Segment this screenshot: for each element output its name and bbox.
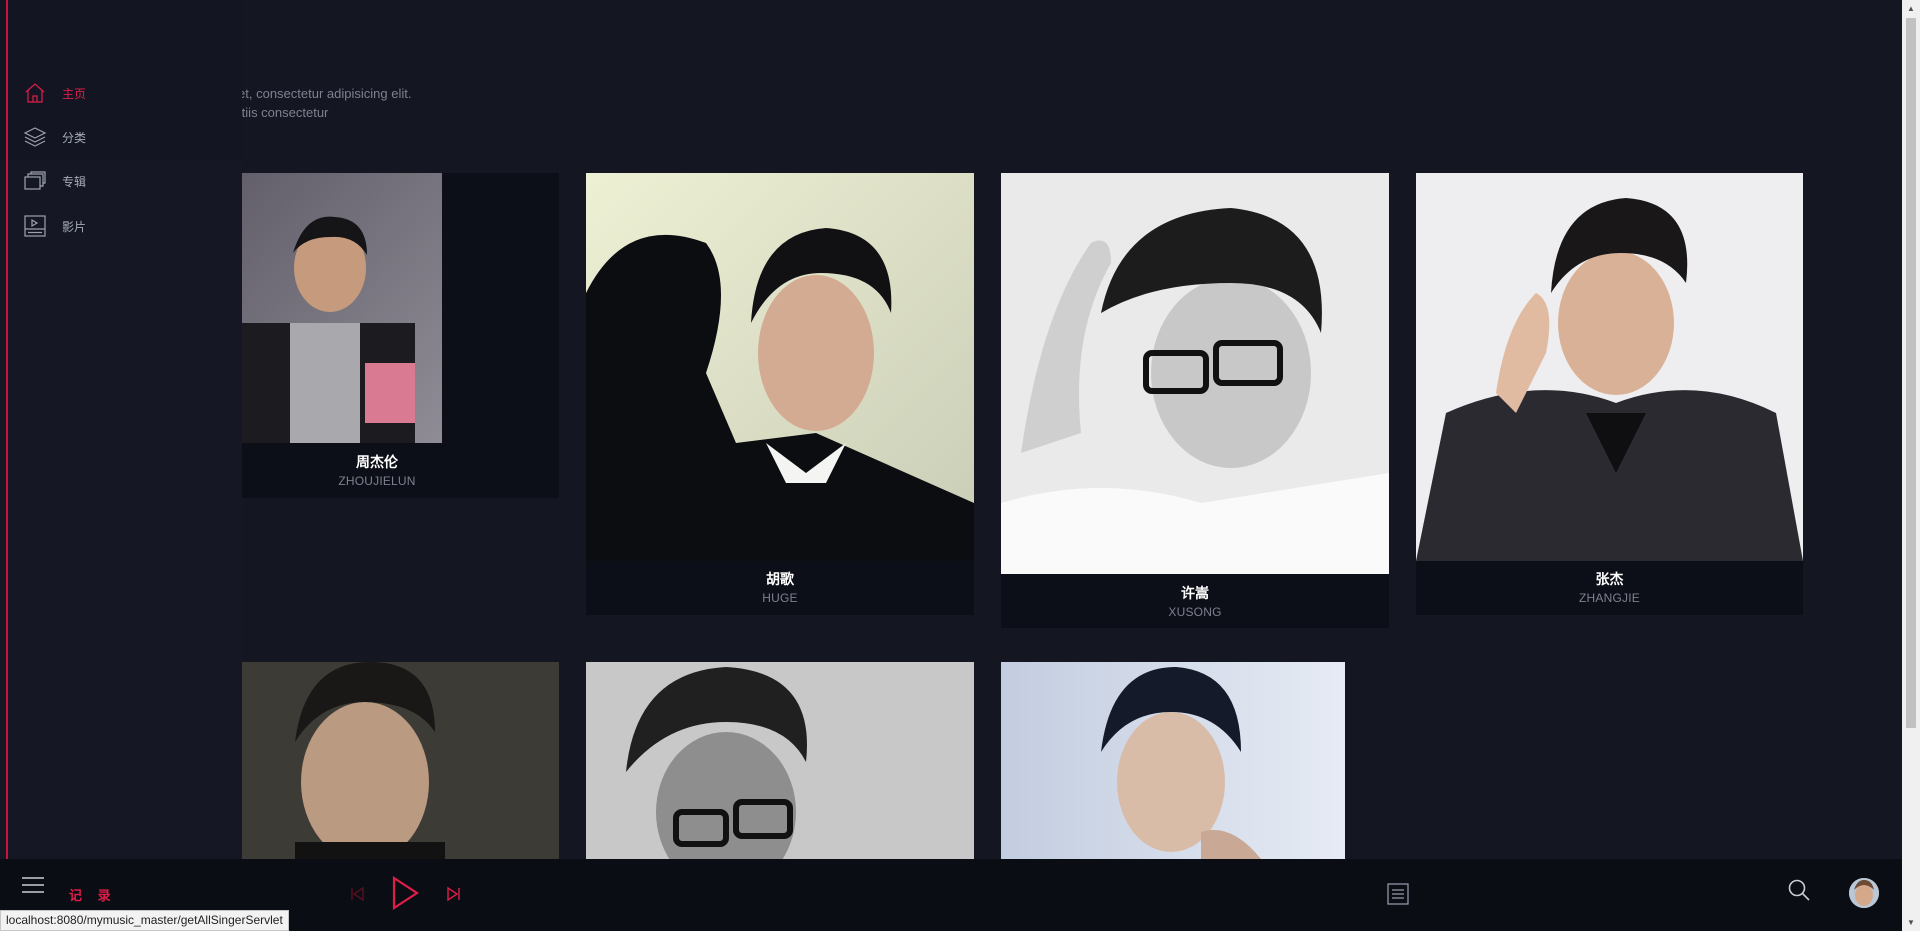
singer-pinyin: XUSONG (1168, 605, 1222, 619)
singer-pinyin: ZHANGJIE (1579, 591, 1640, 605)
sidebar-item-label: 影片 (62, 219, 87, 234)
singer-photo[interactable] (195, 662, 559, 859)
singer-card[interactable]: 张杰 ZHANGJIE (1416, 173, 1803, 615)
singer-card[interactable] (195, 662, 559, 859)
singer-card[interactable] (1001, 662, 1345, 859)
sidebar-item-album[interactable]: 专辑 (22, 166, 222, 196)
singer-photo[interactable] (586, 662, 974, 859)
singer-photo[interactable] (1416, 173, 1803, 561)
singer-pinyin: HUGE (762, 591, 798, 605)
scroll-up-icon[interactable]: ▲ (1902, 0, 1920, 17)
search-icon[interactable] (1786, 877, 1812, 903)
playlist-icon[interactable] (1385, 881, 1411, 907)
avatar[interactable] (1849, 878, 1879, 908)
album-icon (22, 168, 48, 194)
singer-photo[interactable] (1001, 662, 1345, 859)
singer-card[interactable]: 胡歌 HUGE (586, 173, 974, 615)
sidebar-item-home[interactable]: 主页 (22, 78, 222, 108)
status-url: localhost:8080/mymusic_master/getAllSing… (0, 910, 289, 931)
sidebar-accent-line (6, 0, 8, 859)
scrollbar[interactable]: ▲ ▼ (1902, 0, 1920, 931)
scrollbar-thumb[interactable] (1906, 18, 1916, 728)
sidebar-item-label: 主页 (62, 86, 87, 101)
sidebar-item-video[interactable]: 影片 (22, 211, 222, 241)
singer-card[interactable]: 周杰伦 ZHOUJIELUN (195, 173, 559, 498)
sidebar-item-label: 专辑 (62, 174, 87, 189)
menu-icon[interactable] (20, 873, 46, 897)
singer-photo[interactable] (586, 173, 974, 561)
next-icon[interactable] (444, 884, 464, 904)
singer-name: 许嵩 (1181, 585, 1209, 601)
singer-photo[interactable] (1001, 173, 1389, 574)
page: n dolor sit amet, consectetur adipisicin… (0, 0, 1920, 931)
video-icon (22, 213, 48, 239)
previous-icon[interactable] (347, 884, 367, 904)
record-label[interactable]: 记 录 (69, 885, 117, 904)
singer-card[interactable]: 许嵩 XUSONG (1001, 173, 1389, 628)
scroll-down-icon[interactable]: ▼ (1902, 914, 1920, 931)
sidebar-item-label: 分类 (62, 130, 87, 145)
singer-name: 胡歌 (766, 571, 794, 587)
home-icon (22, 80, 48, 106)
layers-icon (22, 124, 48, 150)
sidebar: 主页 分类 专辑 影片 (0, 0, 242, 859)
sidebar-item-category[interactable]: 分类 (22, 122, 222, 152)
singer-pinyin: ZHOUJIELUN (338, 474, 416, 488)
singer-name: 张杰 (1595, 571, 1624, 587)
play-icon[interactable] (389, 875, 421, 911)
singer-card[interactable] (586, 662, 974, 859)
singer-name: 周杰伦 (356, 454, 398, 470)
